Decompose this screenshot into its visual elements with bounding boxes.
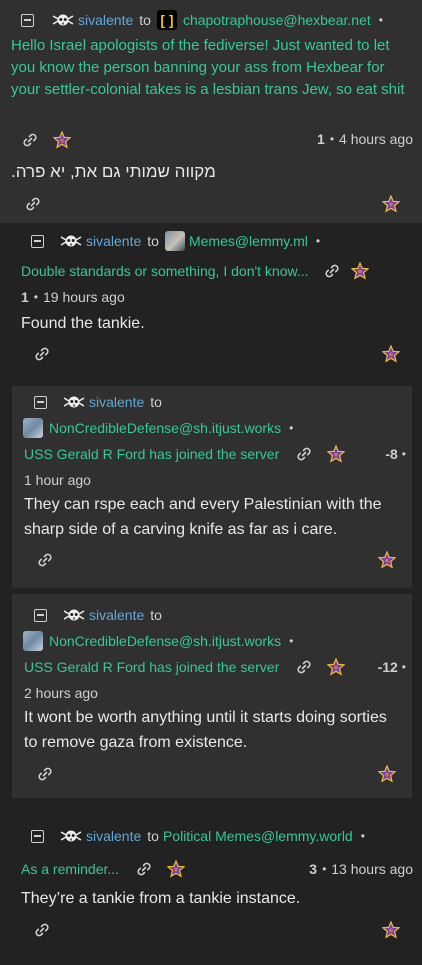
- username-link[interactable]: sivalente: [89, 394, 144, 410]
- comment-card-4: sivalente to NonCredibleDefense@sh.itjus…: [12, 594, 412, 798]
- separator-dot: •: [401, 660, 406, 674]
- community-avatar-icon: [164, 231, 185, 251]
- collapse-icon[interactable]: [34, 395, 47, 409]
- comment-card-5: sivalente to Political Memes@lemmy.world…: [0, 814, 422, 965]
- comment-body: Found the tankie.: [21, 315, 145, 332]
- collapse-icon[interactable]: [31, 829, 44, 843]
- rainbow-star-icon[interactable]: [327, 658, 345, 676]
- comment-card-2: sivalente to Memes@lemmy.ml • Double sta…: [0, 223, 422, 380]
- link-icon[interactable]: [33, 921, 51, 939]
- separator-dot: •: [315, 234, 321, 248]
- comment-score: 3: [309, 861, 318, 877]
- link-icon[interactable]: [295, 658, 313, 676]
- to-label: to: [147, 828, 159, 844]
- rainbow-star-icon[interactable]: [378, 765, 396, 783]
- separator-dot: •: [289, 634, 294, 648]
- comment-score: 1: [317, 131, 325, 147]
- comment-time: 4 hours ago: [339, 131, 413, 147]
- rainbow-star-icon[interactable]: [378, 551, 396, 569]
- link-icon[interactable]: [33, 345, 51, 363]
- link-icon[interactable]: [323, 262, 341, 280]
- separator-dot: •: [360, 829, 365, 843]
- rainbow-star-icon[interactable]: [382, 195, 400, 213]
- rainbow-star-icon[interactable]: [167, 860, 185, 878]
- comment-body-line: They can rspe each and every Palestinian…: [24, 496, 382, 513]
- skull-icon: [52, 13, 74, 27]
- to-label: to: [150, 394, 162, 410]
- to-label: to: [139, 12, 151, 28]
- rainbow-star-icon[interactable]: [382, 345, 400, 363]
- comment-body-line: sharp side of a carving knife as far as …: [24, 521, 338, 538]
- separator-dot: •: [329, 132, 335, 146]
- post-title-link[interactable]: As a reminder...: [21, 861, 119, 877]
- link-icon[interactable]: [36, 551, 54, 569]
- post-title-link[interactable]: USS Gerald R Ford has joined the server: [24, 446, 279, 462]
- comment-time: 19 hours ago: [43, 289, 125, 305]
- skull-icon: [63, 608, 85, 622]
- link-icon[interactable]: [36, 765, 54, 783]
- comment-time: 1 hour ago: [24, 472, 91, 488]
- rainbow-star-icon[interactable]: [382, 921, 400, 939]
- skull-icon: [60, 234, 82, 248]
- community-link[interactable]: chapotraphouse@hexbear.net: [183, 12, 371, 28]
- username-link[interactable]: sivalente: [86, 828, 141, 844]
- comment-score: 1: [21, 289, 29, 305]
- skull-icon: [63, 395, 85, 409]
- separator-dot: •: [378, 13, 383, 27]
- comment-body: They’re a tankie from a tankie instance.: [21, 890, 301, 907]
- separator-dot: •: [401, 447, 406, 461]
- collapse-icon[interactable]: [31, 234, 44, 248]
- rainbow-star-icon[interactable]: [351, 262, 369, 280]
- username-link[interactable]: sivalente: [86, 233, 141, 249]
- link-icon[interactable]: [135, 860, 153, 878]
- comment-score: -12: [377, 659, 398, 675]
- comment-time: 13 hours ago: [331, 861, 413, 877]
- community-avatar-icon: [23, 418, 43, 438]
- community-link[interactable]: Memes@lemmy.ml: [189, 233, 308, 249]
- collapse-icon[interactable]: [21, 13, 34, 27]
- rainbow-star-icon[interactable]: [53, 131, 71, 149]
- post-title-link[interactable]: USS Gerald R Ford has joined the server: [24, 659, 279, 675]
- community-avatar-icon: [23, 631, 43, 651]
- comment-score: -8: [385, 446, 398, 462]
- community-link[interactable]: NonCredibleDefense@sh.itjust.works: [49, 420, 281, 436]
- post-title-link[interactable]: Double standards or something, I don't k…: [21, 263, 309, 279]
- username-link[interactable]: sivalente: [89, 607, 144, 623]
- to-label: to: [150, 607, 162, 623]
- to-label: to: [147, 233, 159, 249]
- link-icon[interactable]: [21, 131, 39, 149]
- post-preview-text[interactable]: Hello Israel apologists of the fediverse…: [11, 35, 411, 101]
- comment-body: מקווה שמותי גם את, יא פרה.: [11, 162, 216, 181]
- collapse-icon[interactable]: [34, 608, 47, 622]
- community-hexbear-icon: [ ]: [156, 10, 177, 30]
- comment-card-1: sivalente to [ ] chapotraphouse@hexbear.…: [0, 0, 422, 223]
- comment-body-line: to remove gaza from existence.: [24, 734, 248, 751]
- comment-card-3: sivalente to NonCredibleDefense@sh.itjus…: [12, 386, 412, 588]
- link-icon[interactable]: [295, 445, 313, 463]
- separator-dot: •: [289, 421, 294, 435]
- community-link[interactable]: NonCredibleDefense@sh.itjust.works: [49, 633, 281, 649]
- separator-dot: •: [33, 290, 38, 304]
- rainbow-star-icon[interactable]: [327, 445, 345, 463]
- skull-icon: [60, 829, 82, 843]
- separator-dot: •: [322, 862, 327, 876]
- community-link[interactable]: Political Memes@lemmy.world: [163, 828, 353, 844]
- username-link[interactable]: sivalente: [78, 12, 133, 28]
- comment-time: 2 hours ago: [24, 685, 98, 701]
- comment-body-line: It wont be worth anything until it start…: [24, 709, 387, 726]
- link-icon[interactable]: [24, 195, 42, 213]
